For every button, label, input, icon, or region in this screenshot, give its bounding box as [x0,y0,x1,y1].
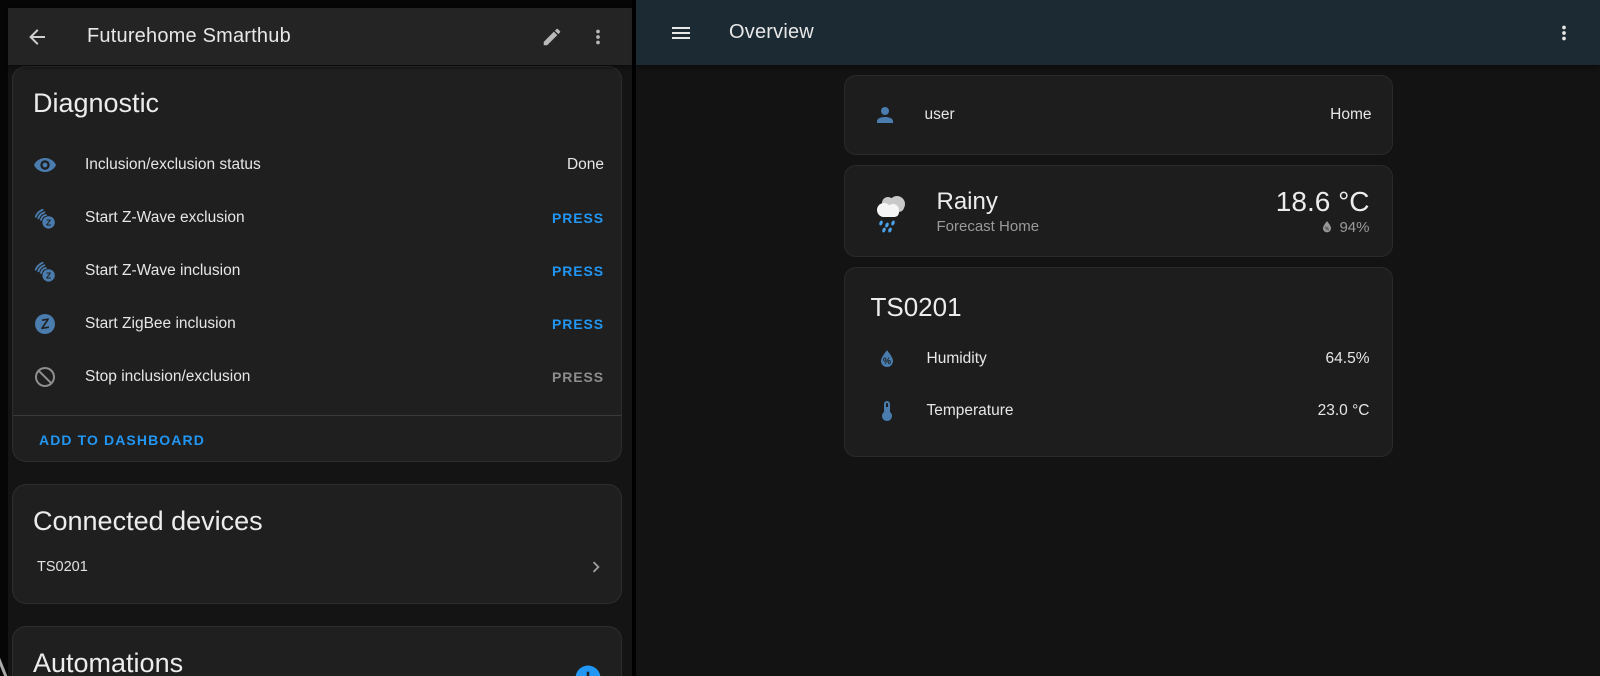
humidity-row[interactable]: % Humidity 64.5% [845,333,1392,385]
diagnostic-footer: ADD TO DASHBOARD [13,416,621,464]
row-label: Start ZigBee inclusion [85,315,236,333]
zwave-icon: Z [33,259,57,283]
sensor-card: TS0201 % Humidity 64.5% Temperatu [844,267,1393,457]
row-label: Stop inclusion/exclusion [85,368,250,386]
weather-condition: Rainy [937,188,1040,216]
right-appbar: Overview [636,0,1600,65]
row-stop-inclusion: Stop inclusion/exclusion PRESS [13,350,621,403]
connected-devices-card: Connected devices TS0201 [12,484,622,604]
user-card[interactable]: user Home [844,75,1393,155]
dots-vertical-icon [587,26,609,48]
add-to-dashboard-button[interactable]: ADD TO DASHBOARD [39,432,205,448]
plus-circle-icon [573,663,603,676]
zwave-icon: Z [33,206,57,230]
rainy-cloud-icon [867,187,915,235]
edit-button[interactable] [532,17,572,57]
screen: Futurehome Smarthub Diagnostic [0,0,1600,676]
sensor-card-title: TS0201 [845,268,1392,333]
svg-text:%: % [1325,226,1330,232]
svg-text:Z: Z [46,217,51,227]
water-percent-icon: % [875,347,899,371]
left-content: Diagnostic Inclusion/exclusion status Do… [8,65,632,676]
humidity-drop-icon: % [1319,219,1335,235]
thermometer-icon [875,399,899,423]
user-name: user [925,106,955,124]
person-icon [873,103,897,127]
overview-panel: Overview user Home [636,0,1600,676]
user-location: Home [1330,106,1371,124]
sensor-value: 64.5% [1326,350,1370,368]
sensor-label: Humidity [927,350,987,368]
diagnostic-title: Diagnostic [13,67,621,128]
arrow-left-icon [25,25,49,49]
row-label: Inclusion/exclusion status [85,156,261,174]
diagnostic-card: Diagnostic Inclusion/exclusion status Do… [12,66,622,462]
eye-icon [33,153,57,177]
row-value: Done [567,156,604,174]
svg-text:%: % [882,356,890,366]
overview-content: user Home [636,65,1600,676]
device-settings-panel: Futurehome Smarthub Diagnostic [0,0,632,676]
press-button-disabled: PRESS [552,369,604,385]
pencil-icon [541,26,563,48]
left-overflow-menu-button[interactable] [578,17,618,57]
row-label: Start Z-Wave exclusion [85,209,245,227]
row-inclusion-status: Inclusion/exclusion status Done [13,138,621,191]
row-zigbee-inclusion: Z Start ZigBee inclusion PRESS [13,297,621,350]
sensor-label: Temperature [927,402,1014,420]
dots-vertical-icon [1553,22,1575,44]
right-overflow-menu-button[interactable] [1544,13,1584,53]
press-button[interactable]: PRESS [552,316,604,332]
device-name: TS0201 [37,559,88,575]
press-button[interactable]: PRESS [552,210,604,226]
row-label: Start Z-Wave inclusion [85,262,240,280]
back-button[interactable] [17,17,57,57]
chevron-right-icon[interactable] [585,556,607,578]
left-appbar-title: Futurehome Smarthub [87,25,291,48]
weather-humidity: 94% [1339,219,1369,236]
automations-card: Automations [12,626,622,676]
weather-card[interactable]: Rainy Forecast Home 18.6 °C % 94% [844,165,1393,257]
add-automation-button[interactable] [573,663,603,676]
zigbee-icon: Z [33,312,57,336]
row-zwave-exclusion: Z Start Z-Wave exclusion PRESS [13,191,621,244]
right-appbar-title: Overview [729,21,814,44]
automations-title: Automations [13,627,621,676]
svg-text:Z: Z [46,270,51,280]
weather-source: Forecast Home [937,218,1040,235]
sensor-value: 23.0 °C [1318,402,1370,420]
row-zwave-inclusion: Z Start Z-Wave inclusion PRESS [13,244,621,297]
press-button[interactable]: PRESS [552,263,604,279]
temperature-row[interactable]: Temperature 23.0 °C [845,385,1392,437]
menu-button[interactable] [661,13,701,53]
hamburger-icon [669,21,693,45]
device-row-ts0201[interactable]: TS0201 [13,546,621,588]
left-appbar: Futurehome Smarthub [8,8,632,65]
cancel-icon [33,365,57,389]
connected-devices-title: Connected devices [13,485,621,546]
weather-temperature: 18.6 °C [1276,187,1370,217]
